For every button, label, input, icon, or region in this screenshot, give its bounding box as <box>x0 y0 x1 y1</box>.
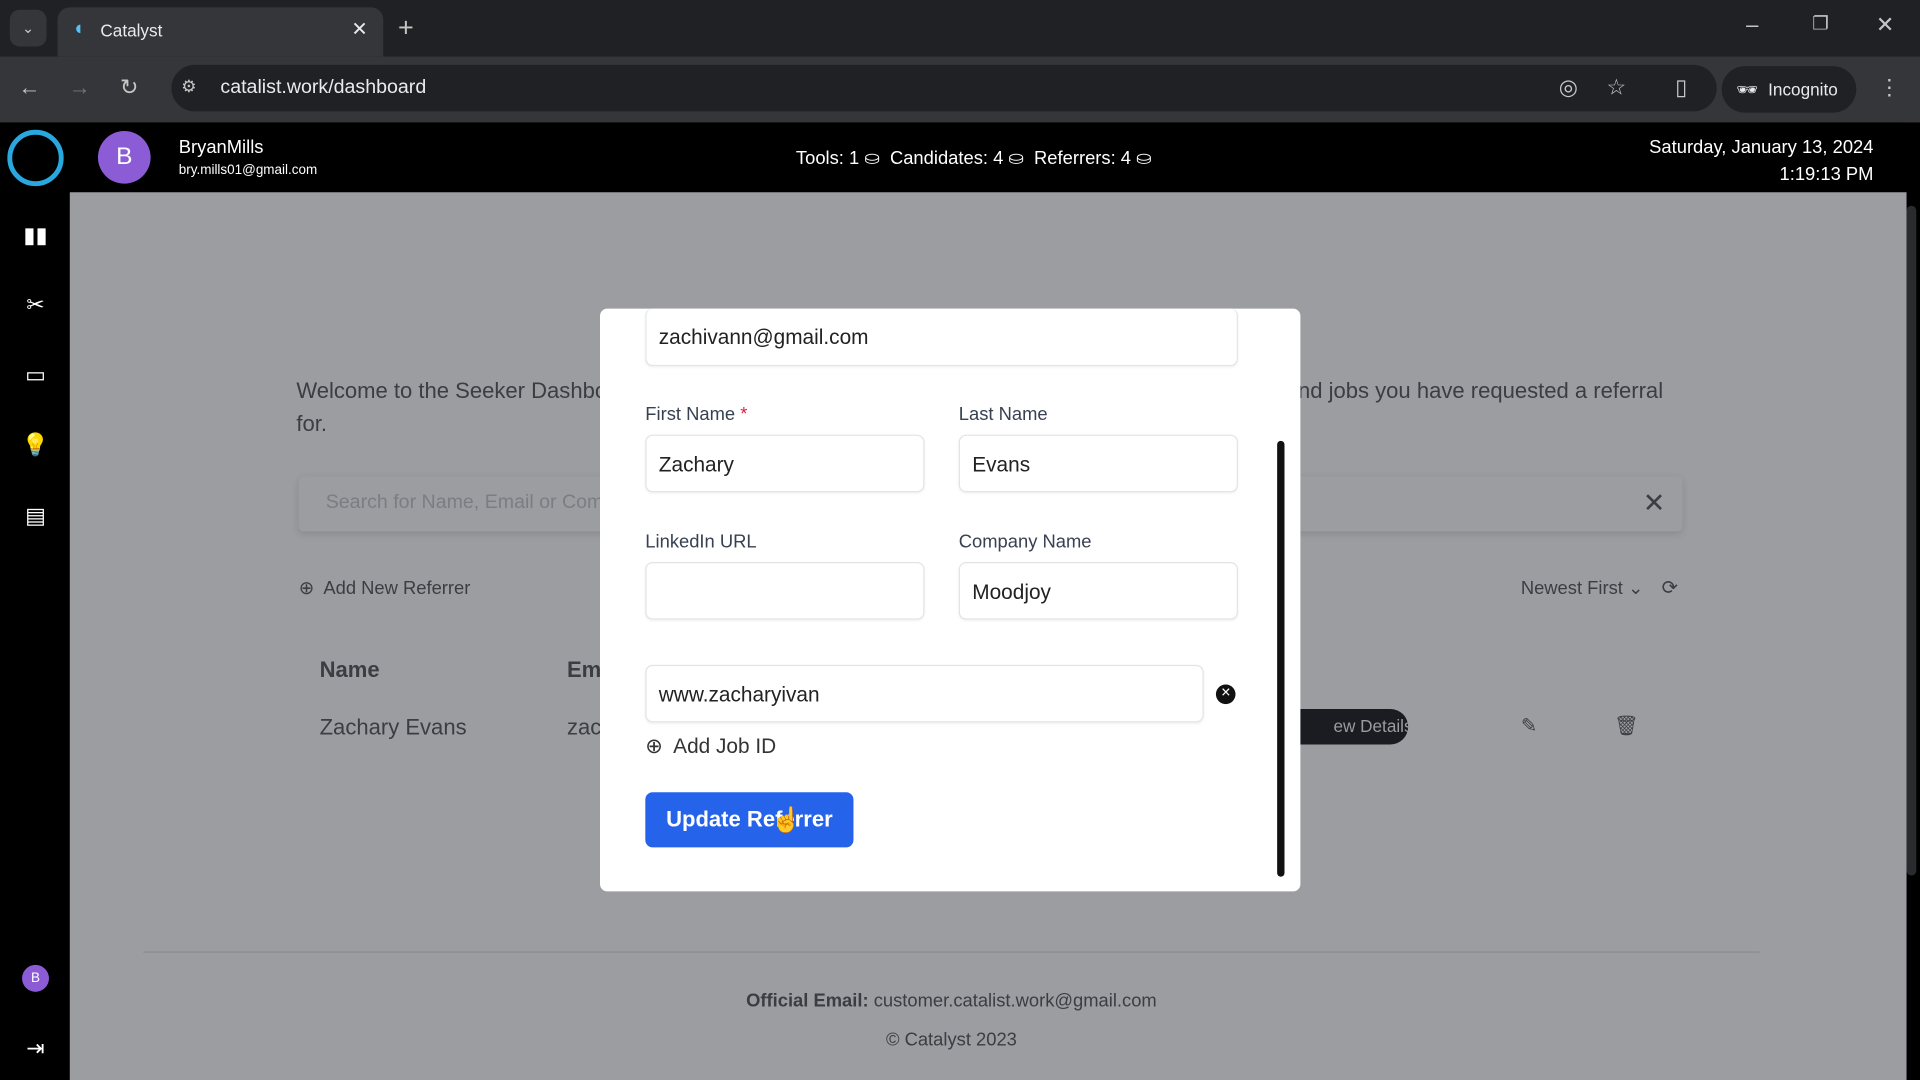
tab-strip: ⌄ ◖ Catalyst ✕ + – ❐ ✕ <box>0 0 1920 57</box>
catalyst-favicon-icon: ◖ <box>72 18 85 40</box>
close-tab-icon[interactable]: ✕ <box>351 17 367 41</box>
coin-icon: ⛀ <box>864 148 880 169</box>
sidebar: ▮▮ ✂ ▭ 💡 ▤ B ⇥ <box>0 122 70 1080</box>
job-id-field[interactable]: www.zacharyivan <box>645 664 1204 723</box>
copyright: © Catalyst 2023 <box>885 1029 1017 1051</box>
last-name-field[interactable]: Evans <box>958 434 1238 493</box>
linkedin-label: LinkedIn URL <box>645 531 757 553</box>
column-header-name: Name <box>319 657 380 683</box>
app-header: B BryanMills bry.mills01@gmail.com Tools… <box>69 122 1902 193</box>
dashboard-chart-icon[interactable]: ▮▮ <box>17 217 54 254</box>
restore-icon[interactable]: ❐ <box>1812 12 1828 34</box>
browser-tab[interactable]: ◖ Catalyst ✕ <box>57 7 384 57</box>
welcome-text-right: nd jobs you have requested a referral <box>1297 378 1664 403</box>
linkedin-field[interactable] <box>645 562 925 620</box>
minimize-icon[interactable]: – <box>1746 12 1758 38</box>
close-window-icon[interactable]: ✕ <box>1876 12 1894 38</box>
tab-search-button[interactable]: ⌄ <box>9 9 47 47</box>
sort-select[interactable]: Newest First ⌄ <box>1521 577 1644 599</box>
welcome-text-wrap: for. <box>296 411 327 436</box>
eye-off-icon[interactable]: ◎ <box>1559 75 1578 101</box>
browser-toolbar: ← → ↻ ⚙ catalist.work/dashboard ◎ ☆ ▯ 🕶 … <box>0 56 1920 123</box>
edit-icon[interactable]: ✎ <box>1521 714 1537 738</box>
new-tab-icon[interactable]: + <box>398 12 414 44</box>
add-job-label: Add Job ID <box>673 734 777 758</box>
clear-search-icon[interactable]: ✕ <box>1643 487 1666 519</box>
footer-email-label: Official Email: <box>746 990 869 1012</box>
time: 1:19:13 PM <box>1779 164 1874 185</box>
tab-title: Catalyst <box>100 20 163 41</box>
username: BryanMills <box>178 137 264 158</box>
datetime: Saturday, January 13, 2024 1:19:13 PM <box>1649 135 1873 189</box>
credits-summary: Tools: 1 ⛀ Candidates: 4 ⛀ Referrers: 4 … <box>796 147 1152 169</box>
lightbulb-icon[interactable]: 💡 <box>17 426 54 463</box>
first-name-field[interactable]: Zachary <box>645 434 925 493</box>
catalyst-logo <box>7 129 64 187</box>
footer-email-value[interactable]: customer.catalist.work@gmail.com <box>874 991 1157 1012</box>
required-marker: * <box>740 404 748 425</box>
incognito-icon: 🕶 <box>1736 79 1759 100</box>
sidebar-avatar[interactable]: B <box>22 964 49 992</box>
address-bar[interactable]: ⚙ catalist.work/dashboard ◎ ☆ <box>171 64 1717 112</box>
user-email: bry.mills01@gmail.com <box>178 162 318 178</box>
tools-icon[interactable]: ✂ <box>17 287 54 324</box>
card-icon[interactable]: ▭ <box>17 356 54 393</box>
welcome-text: Welcome to the Seeker Dashbo <box>296 378 608 403</box>
referrers-count: Referrers: 4 <box>1034 148 1132 169</box>
first-name-label-text: First Name <box>645 404 736 425</box>
user-avatar[interactable]: B <box>97 131 151 184</box>
incognito-badge[interactable]: 🕶 Incognito <box>1721 66 1857 113</box>
view-details-label: ew Details <box>1333 716 1413 736</box>
side-panel-icon[interactable]: ▯ <box>1675 75 1687 101</box>
update-referrer-button[interactable]: Update Referrer <box>645 792 854 848</box>
last-name-label: Last Name <box>958 404 1048 425</box>
first-name-label: First Name * <box>645 404 747 425</box>
star-icon[interactable]: ☆ <box>1607 75 1627 101</box>
reload-icon[interactable]: ↻ <box>120 75 138 101</box>
refresh-icon[interactable]: ⟳ <box>1662 576 1678 600</box>
incognito-label: Incognito <box>1768 79 1838 100</box>
message-icon[interactable]: ▤ <box>17 497 54 534</box>
menu-icon[interactable]: ⋮ <box>1878 75 1900 101</box>
forward-icon[interactable]: → <box>69 75 91 101</box>
site-info-icon[interactable]: ⚙ <box>181 76 196 97</box>
url-text[interactable]: catalist.work/dashboard <box>220 77 426 99</box>
coin-icon: ⛀ <box>1136 148 1152 169</box>
row-email: zac <box>566 715 602 740</box>
page-scrollbar[interactable] <box>1906 205 1917 876</box>
logout-icon[interactable]: ⇥ <box>17 1030 54 1067</box>
modal-scrollbar[interactable] <box>1277 440 1285 877</box>
candidates-count: Candidates: 4 <box>889 148 1004 169</box>
tools-count: Tools: 1 <box>795 148 860 169</box>
footer-divider <box>143 951 1760 953</box>
sort-value: Newest First <box>1520 577 1623 599</box>
row-name: Zachary Evans <box>319 715 467 740</box>
cursor-icon: ☝ <box>771 806 802 834</box>
company-field[interactable]: Moodjoy <box>958 562 1238 620</box>
remove-job-icon[interactable]: ✕ <box>1215 684 1236 705</box>
search-placeholder: Search for Name, Email or Com <box>325 492 604 514</box>
plus-circle-icon: ⊕ <box>645 734 663 758</box>
edit-referrer-modal: zachivann@gmail.com First Name * Last Na… <box>600 308 1301 892</box>
company-label: Company Name <box>958 531 1092 553</box>
date: Saturday, January 13, 2024 <box>1649 137 1874 158</box>
delete-icon[interactable]: 🗑 <box>1614 714 1639 738</box>
plus-circle-icon: ⊕ <box>298 577 315 599</box>
add-job-id-button[interactable]: ⊕ Add Job ID <box>645 735 776 759</box>
email-field[interactable]: zachivann@gmail.com <box>645 308 1238 367</box>
column-header-email: Em <box>566 657 602 683</box>
add-referrer-label: Add New Referrer <box>323 577 471 599</box>
add-referrer-button[interactable]: ⊕ Add New Referrer <box>299 577 471 599</box>
back-icon[interactable]: ← <box>18 75 40 101</box>
coin-icon: ⛀ <box>1008 148 1024 169</box>
footer-email: Official Email: customer.catalist.work@g… <box>70 991 1833 1012</box>
